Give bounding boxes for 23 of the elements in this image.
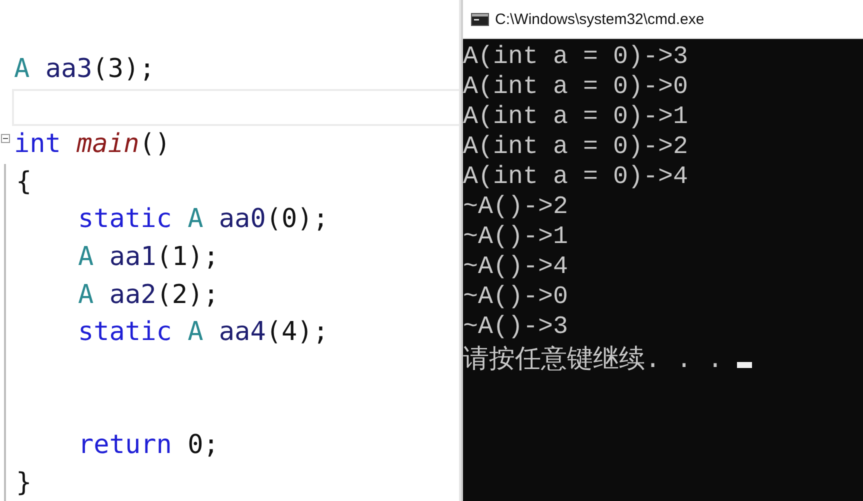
console-output-line: A(int a = 0)->4 xyxy=(463,162,688,190)
console-output-line: A(int a = 0)->2 xyxy=(463,132,688,160)
code-line: } xyxy=(15,466,32,500)
console-output-line: A(int a = 0)->0 xyxy=(463,72,688,100)
code-line: static A aa0(0); xyxy=(77,203,328,236)
code-line: A aa1(1); xyxy=(77,240,219,274)
console-output-line: ~A()->3 xyxy=(463,312,568,340)
window-title: C:\Windows\system32\cmd.exe xyxy=(495,10,704,28)
code-line: A aa3(3); xyxy=(13,53,155,86)
code-line: int main() xyxy=(13,128,171,162)
console-output-line: 请按任意键继续. . . xyxy=(463,344,724,376)
console-output-line: A(int a = 0)->1 xyxy=(463,102,688,130)
console-output-line: ~A()->0 xyxy=(463,282,568,310)
code-line: return 0; xyxy=(77,428,219,462)
collapse-icon[interactable] xyxy=(1,134,10,144)
console-output-line: A(int a = 0)->3 xyxy=(463,42,688,70)
console-icon xyxy=(471,12,489,26)
code-line: { xyxy=(15,166,32,199)
console-output-line: ~A()->4 xyxy=(463,252,568,280)
code-line: static A aa4(4); xyxy=(77,316,328,350)
console-output-line: ~A()->2 xyxy=(463,192,568,220)
code-line: A aa2(2); xyxy=(77,278,219,312)
console-output-line: ~A()->1 xyxy=(463,222,568,250)
